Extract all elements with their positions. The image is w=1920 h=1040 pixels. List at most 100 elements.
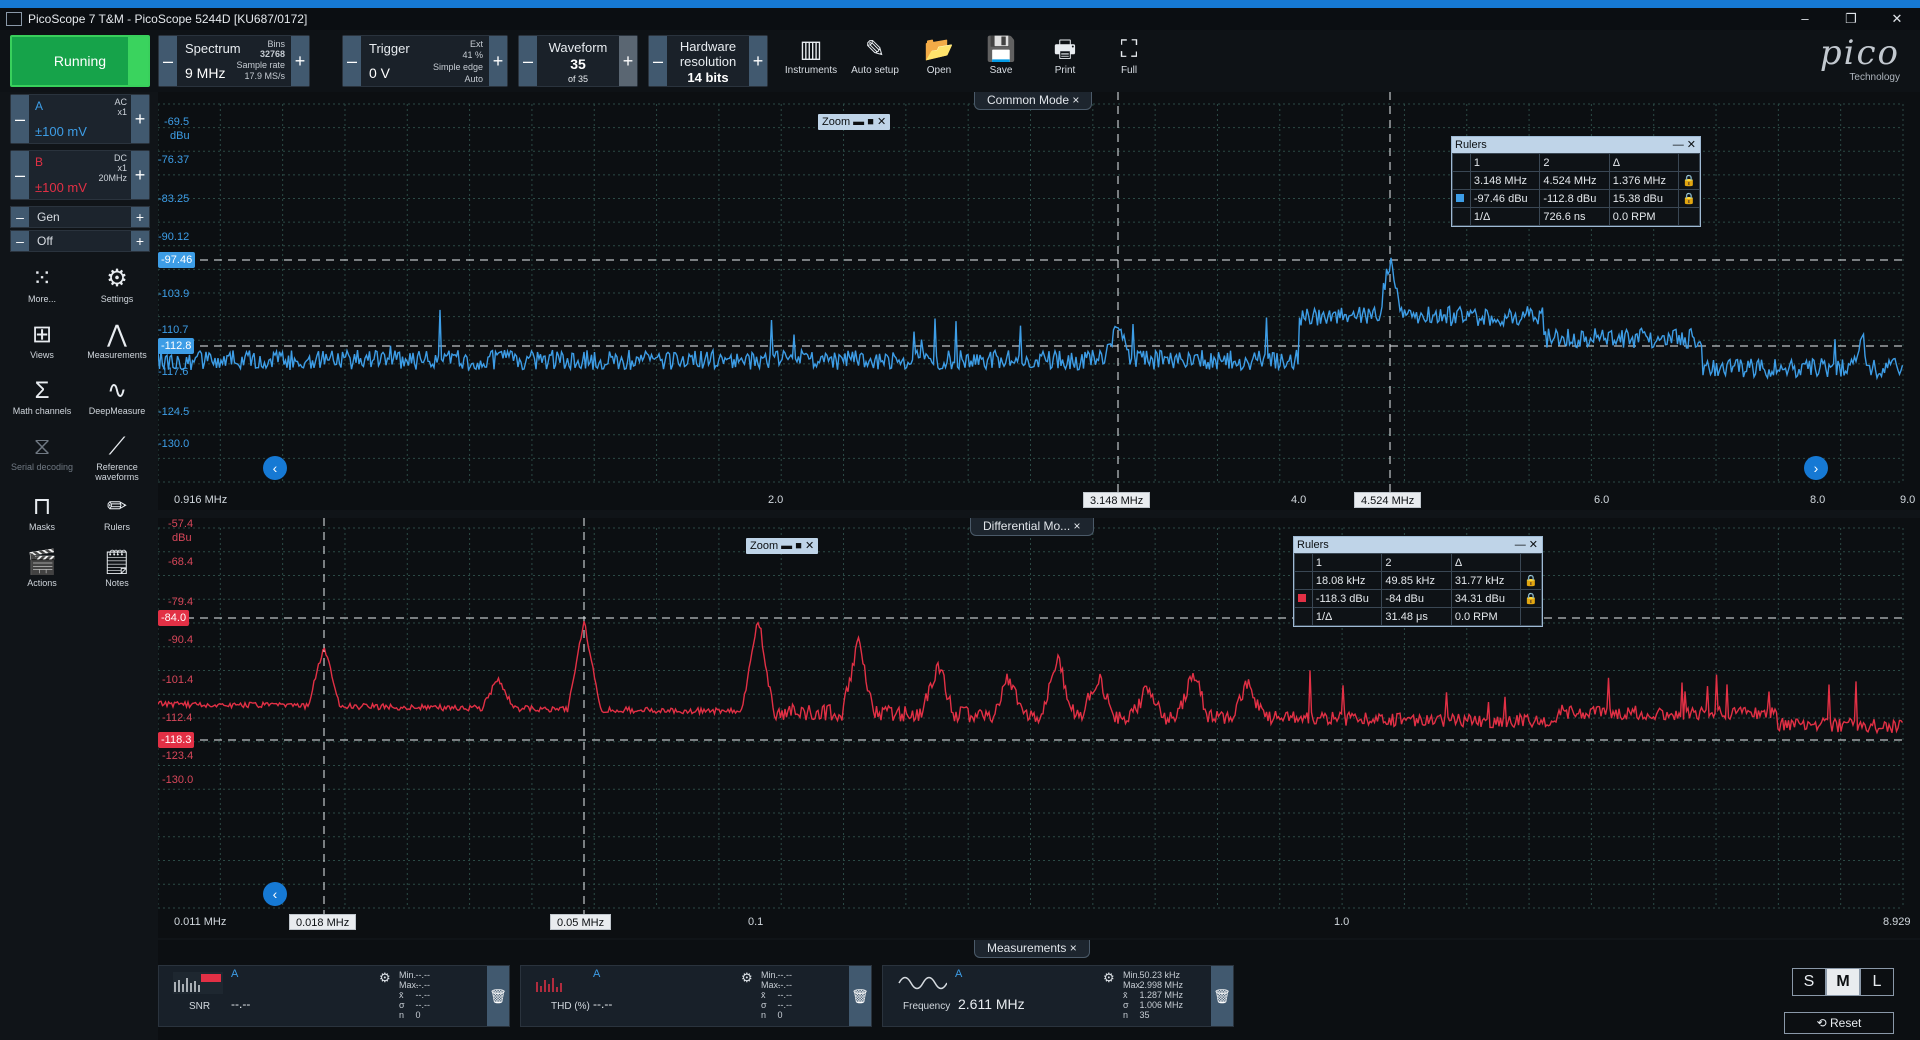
full-screen-button[interactable]: ⛶ Full [1098, 35, 1160, 87]
ruler-x2-tag-2[interactable]: 0.05 MHz [550, 914, 612, 930]
channel-b-range[interactable]: ±100 mV [35, 180, 87, 195]
print-button[interactable]: 🖶 Print [1034, 35, 1096, 87]
ruler-marker-1-a[interactable]: -97.46 [158, 252, 196, 268]
measurement-snr[interactable]: A SNR --.-- ⚙ Min. --.-- Max. --.-- x̄ -… [158, 965, 510, 1027]
measurement-thd[interactable]: A THD (%) --.-- ⚙ Min. --.-- Max. --.-- … [520, 965, 872, 1027]
close-icon[interactable]: — ✕ [1673, 137, 1696, 153]
size-s-button[interactable]: S [1792, 968, 1826, 996]
measurements-tab[interactable]: Measurements × [974, 940, 1090, 958]
size-m-button[interactable]: M [1826, 968, 1860, 996]
pan-right-button-1[interactable]: › [1804, 456, 1828, 480]
gear-icon[interactable]: ⚙ [1103, 970, 1115, 986]
rulers-xd: 1.376 MHz [1608, 171, 1680, 190]
gen-plus-button[interactable]: + [131, 207, 149, 227]
zoom-tool-2[interactable]: Zoom ▬ ■ ✕ [746, 538, 819, 554]
spectrum-minus-button[interactable]: – [159, 36, 177, 86]
nav-actions[interactable]: 🎬 Actions [5, 548, 79, 602]
trigger-minus-button[interactable]: – [343, 36, 361, 86]
lock-icon[interactable]: 🔒 [1520, 589, 1542, 608]
ruler-x1-tag[interactable]: 3.148 MHz [1083, 492, 1151, 508]
ruler-x1-tag-2[interactable]: 0.018 MHz [289, 914, 357, 930]
nav-notes[interactable]: 🗒 Notes [80, 548, 154, 602]
channel-a-minus-button[interactable]: – [11, 95, 29, 143]
waveform-plus-button[interactable]: + [619, 36, 637, 86]
nav-serial-decoding[interactable]: ⧖ Serial decoding [5, 432, 79, 486]
rulers-panel-2[interactable]: Rulers — ✕ 12Δ 18.08 kHz 49.85 kHz 31.77 kH… [1293, 536, 1543, 627]
rulers-header-1[interactable]: Rulers — ✕ [1452, 137, 1700, 153]
pan-left-button-1[interactable]: ‹ [263, 456, 287, 480]
channel-b-minus-button[interactable]: – [11, 151, 29, 199]
xtick-2-2: 1.0 [1334, 916, 1350, 928]
frequency-stats: Min. 50.23 kHz Max. 2.998 MHz x̄ 1.287 M… [1123, 970, 1184, 1020]
save-button[interactable]: 💾 Save [970, 35, 1032, 87]
lock-icon[interactable]: 🔒 [1520, 571, 1542, 590]
zoom-tool-1[interactable]: Zoom ▬ ■ ✕ [818, 114, 891, 130]
nav-deepmeasure[interactable]: ∿ DeepMeasure [80, 376, 154, 430]
auto-setup-button[interactable]: ✎ Auto setup [844, 35, 906, 87]
rulers2-x2: 49.85 kHz [1381, 571, 1452, 590]
measurement-frequency[interactable]: A Frequency 2.611 MHz ⚙ Min. 50.23 kHz M… [882, 965, 1234, 1027]
open-button[interactable]: 📂 Open [908, 35, 970, 87]
nav-more[interactable]: ⁙ More... [5, 264, 79, 318]
off-control[interactable]: – Off + [10, 230, 150, 252]
channel-b-plus-button[interactable]: + [131, 151, 149, 199]
trigger-plus-button[interactable]: + [489, 36, 507, 86]
nav-settings[interactable]: ⚙ Settings [80, 264, 154, 318]
ruler-x2-tag[interactable]: 4.524 MHz [1354, 492, 1422, 508]
nav-measurements[interactable]: ⋀ Measurements [80, 320, 154, 374]
trash-icon[interactable]: 🗑 [1211, 966, 1233, 1026]
lock-icon[interactable]: 🔒 [1678, 171, 1700, 190]
differential-mode-graph[interactable] [158, 518, 1920, 938]
channel-a-plus-button[interactable]: + [131, 95, 149, 143]
rulers-panel-1[interactable]: Rulers — ✕ 12Δ 3.148 MHz 4.524 MHz 1.376 MH… [1451, 136, 1701, 227]
gen-minus-button[interactable]: – [11, 207, 29, 227]
channel-a-range[interactable]: ±100 mV [35, 124, 87, 139]
app-icon [6, 12, 22, 26]
lock-icon[interactable]: 🔒 [1678, 189, 1700, 208]
picoscope-app: PicoScope 7 T&M - PicoScope 5244D [KU687… [0, 0, 1920, 1040]
rulers-x1: 3.148 MHz [1469, 171, 1541, 190]
nav-rulers-label: Rulers [103, 522, 130, 532]
ruler-marker-1-b[interactable]: -112.8 [158, 338, 195, 354]
common-mode-tab[interactable]: Common Mode × [974, 92, 1093, 110]
trigger-value[interactable]: 0 V [369, 65, 390, 81]
size-l-button[interactable]: L [1860, 968, 1894, 996]
close-icon[interactable]: — ✕ [1515, 537, 1538, 553]
snr-channel: A [231, 968, 239, 980]
printer-icon: 🖶 [1053, 36, 1077, 63]
differential-mode-view[interactable]: Differential Mo... × Zoom ▬ ■ ✕ -57.4 dB… [158, 518, 1920, 938]
common-mode-view[interactable]: Common Mode × Zoom ▬ ■ ✕ -69.5 dBu -76.3… [158, 92, 1920, 510]
nav-reference-waveforms[interactable]: ⟋ Reference waveforms [80, 432, 154, 486]
gear-icon[interactable]: ⚙ [379, 970, 391, 986]
reset-button[interactable]: ⟲ Reset [1784, 1012, 1894, 1034]
nav-rulers[interactable]: ✏ Rulers [80, 492, 154, 546]
trash-icon[interactable]: 🗑 [487, 966, 509, 1026]
generator-control[interactable]: – Gen + [10, 206, 150, 228]
trash-icon[interactable]: 🗑 [849, 966, 871, 1026]
frequency-label: Frequency [903, 1001, 951, 1012]
ruler-marker-2-b[interactable]: -118.3 [158, 732, 195, 748]
minimize-button[interactable]: – [1782, 8, 1828, 30]
off-minus-button[interactable]: – [11, 231, 29, 251]
gear-icon[interactable]: ⚙ [741, 970, 753, 986]
spectrum-value[interactable]: 9 MHz [185, 65, 225, 81]
rulers-title-2: Rulers [1297, 539, 1329, 551]
channel-b-name: B [35, 155, 44, 169]
pan-left-button-2[interactable]: ‹ [263, 882, 287, 906]
nav-views[interactable]: ⊞ Views [5, 320, 79, 374]
restore-button[interactable]: ❐ [1828, 8, 1874, 30]
nav-masks[interactable]: ⊓ Masks [5, 492, 79, 546]
spectrum-plus-button[interactable]: + [291, 36, 309, 86]
resolution-plus-button[interactable]: + [749, 36, 767, 86]
differential-mode-tab[interactable]: Differential Mo... × [970, 518, 1094, 536]
instruments-button[interactable]: ▥ Instruments [780, 35, 842, 87]
ruler-marker-2-a[interactable]: -84.0 [158, 610, 190, 626]
channel-b-control[interactable]: – B DC x1 20MHz ±100 mV + [10, 150, 150, 200]
xtick-2-1: 0.1 [748, 916, 764, 928]
nav-math-channels[interactable]: Σ Math channels [5, 376, 79, 430]
channel-a-control[interactable]: – A AC x1 ±100 mV + [10, 94, 150, 144]
close-button[interactable]: ✕ [1874, 8, 1920, 30]
run-stop-button[interactable]: Running [10, 35, 150, 87]
off-plus-button[interactable]: + [131, 231, 149, 251]
rulers-header-2[interactable]: Rulers — ✕ [1294, 537, 1542, 553]
